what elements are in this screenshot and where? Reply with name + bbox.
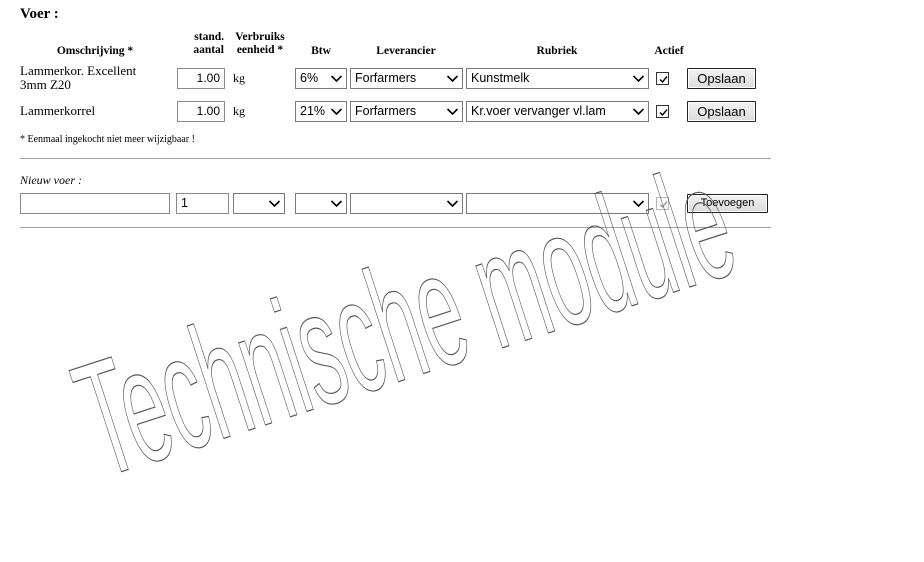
watermark-text: Technische module xyxy=(57,130,754,511)
watermark-logo: Technische module xyxy=(56,130,754,512)
